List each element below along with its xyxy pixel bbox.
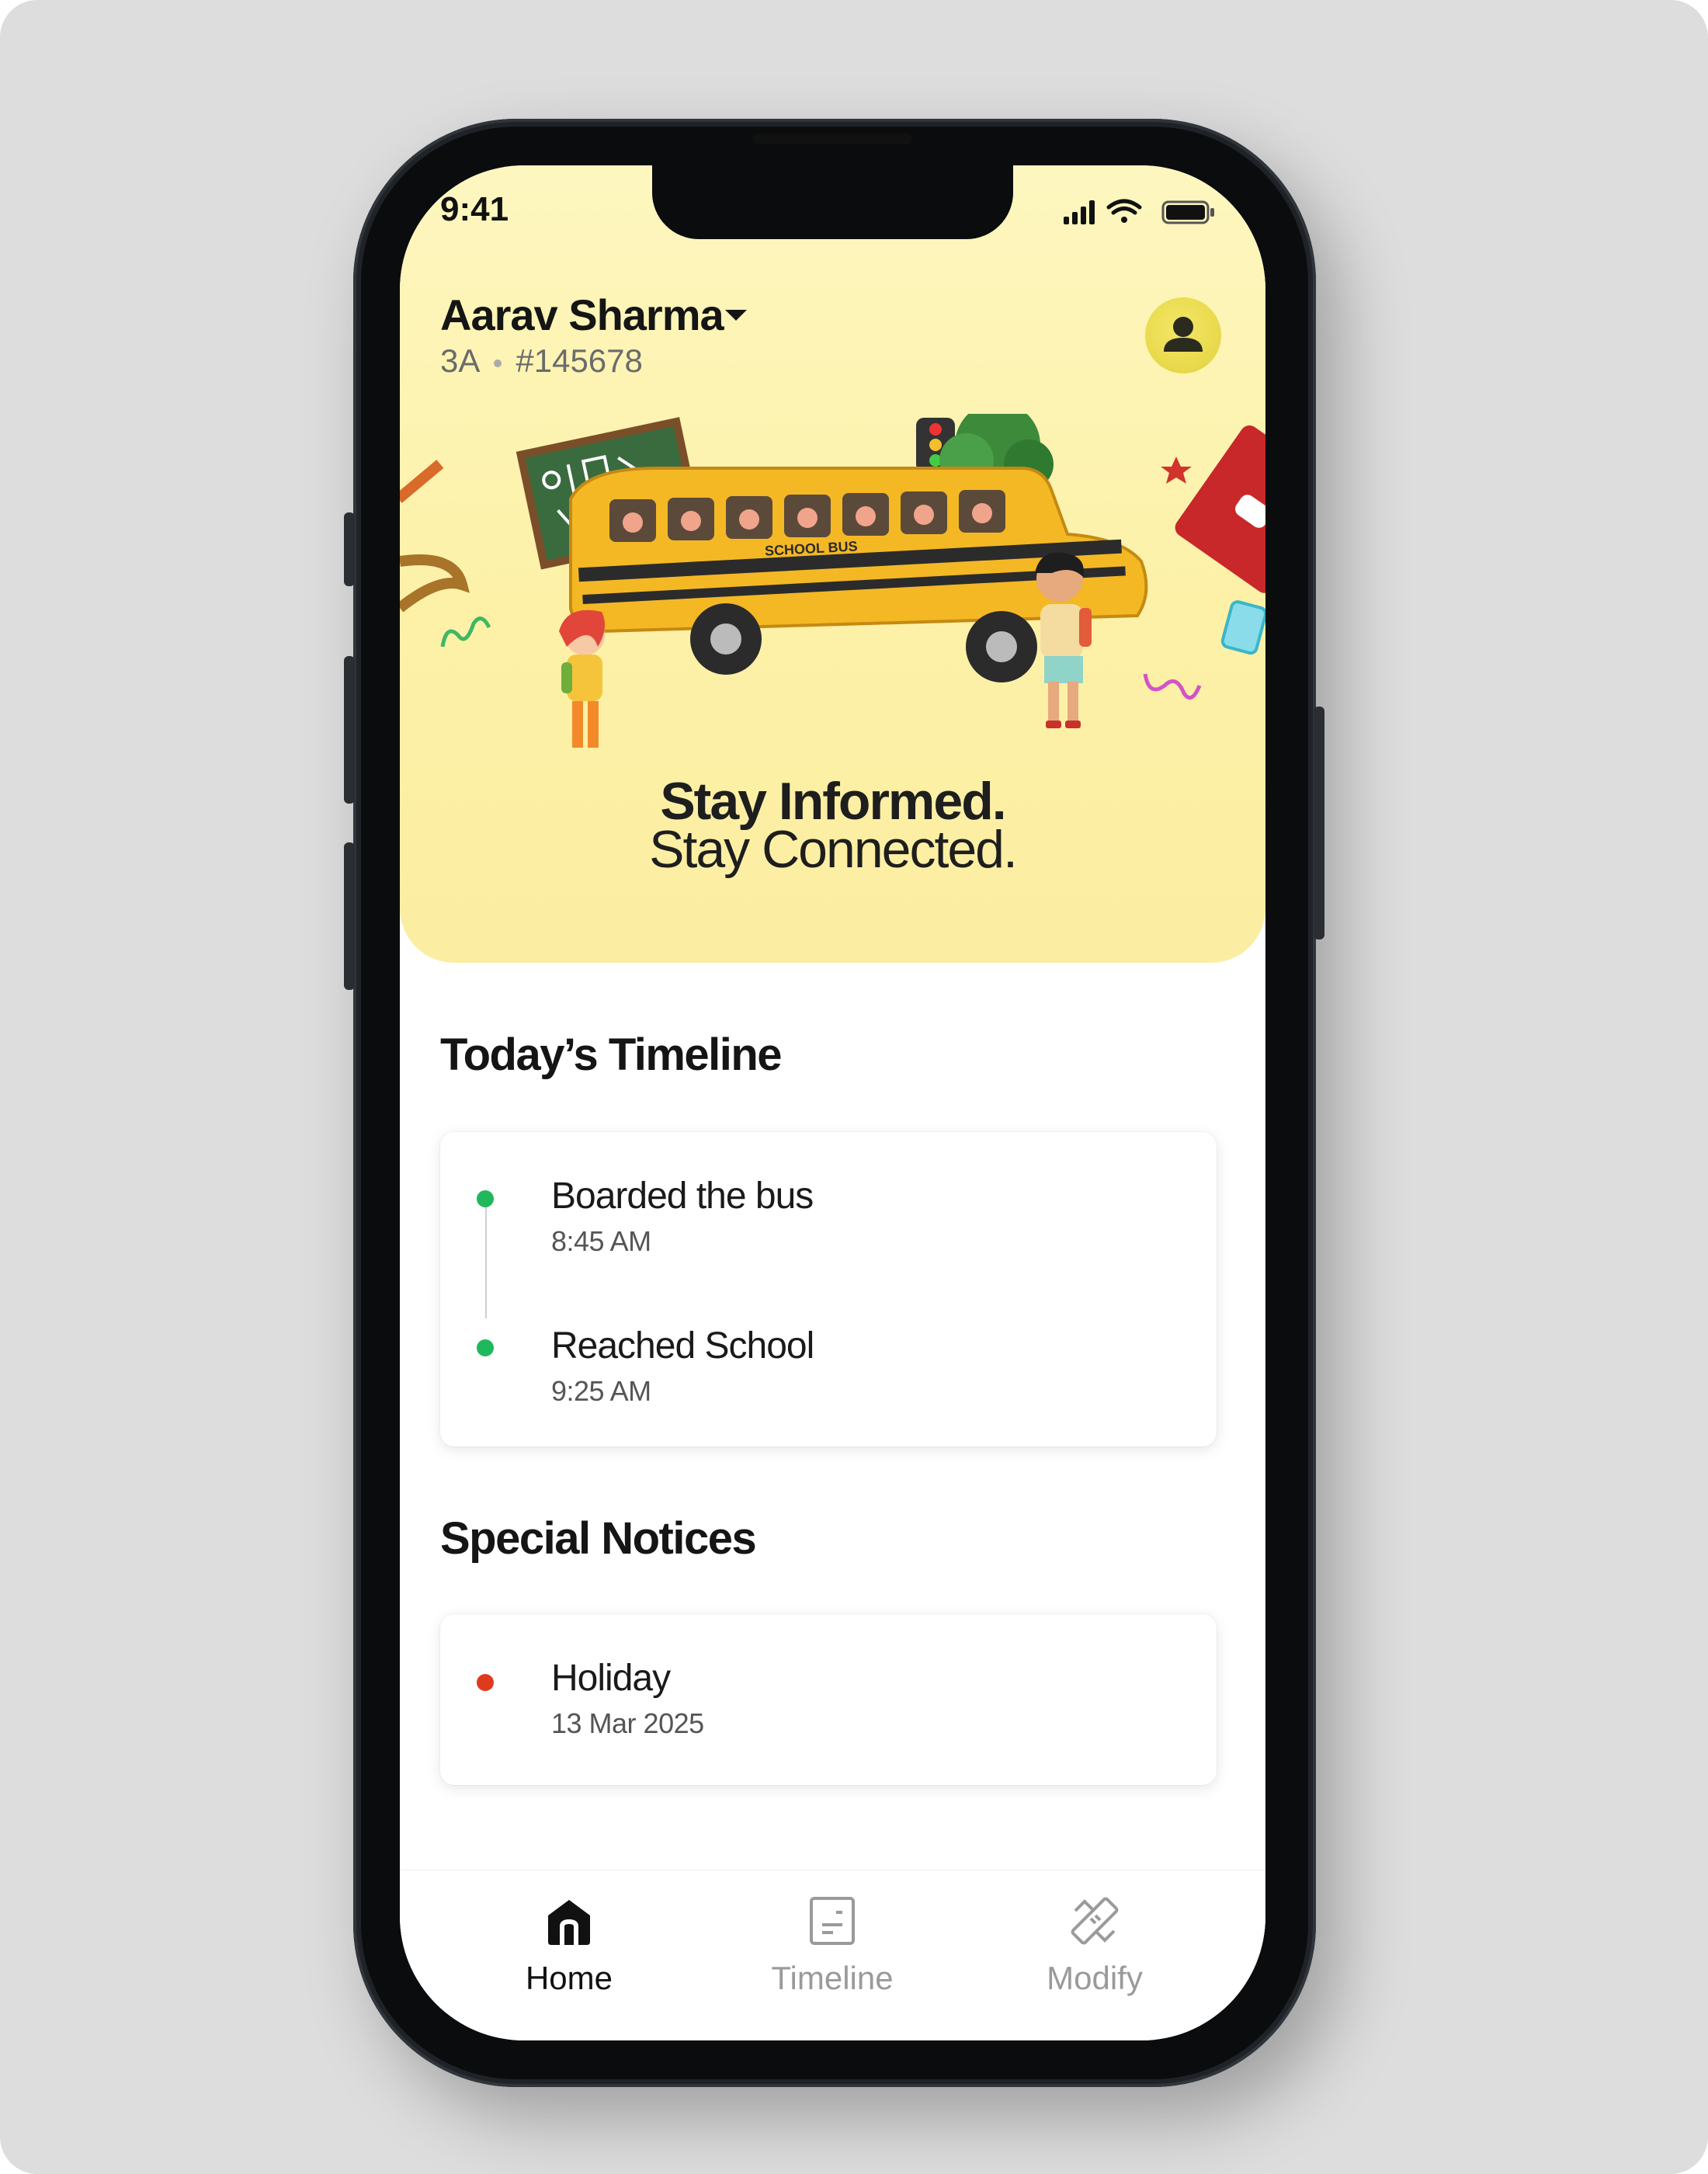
dynamic-notch [652,165,1013,239]
wifi-icon [1106,199,1142,223]
tab-modify-label: Modify [1047,1960,1143,1996]
profile-avatar-button[interactable] [1145,297,1221,373]
timeline-icon [810,1897,855,1945]
modify-icon [1071,1897,1119,1945]
status-icons [1064,199,1214,224]
signal-icon [1064,200,1095,224]
star-icon [1161,457,1192,484]
hero-banner: 9:41 Aarav Sharma 3A #145678 SCHOOL BUS … [400,165,1265,963]
notice-status-dot [477,1674,494,1691]
tab-timeline-label: Timeline [771,1960,894,1996]
timeline-item-time: 8:45 AM [551,1225,651,1257]
child-name[interactable]: Aarav Sharma [440,290,724,340]
tagline-line2: Stay Connected. [649,820,1018,879]
volume-up-button [344,656,355,804]
app-screen: 9:41 Aarav Sharma 3A #145678 SCHOOL BUS … [400,165,1265,2040]
bottom-tab-bar: Home Timeline Modify [400,1870,1265,2040]
timeline-connector [485,1198,487,1318]
home-icon [548,1900,590,1945]
timeline-item-title: Boarded the bus [551,1176,814,1217]
timeline-card: Boarded the bus 8:45 AM Reached School 9… [440,1132,1217,1446]
sharpener-icon [1220,600,1265,655]
tab-home[interactable]: Home [453,1870,686,2040]
protractor-icon [400,554,470,613]
mockup-background: 9:41 Aarav Sharma 3A #145678 SCHOOL BUS … [0,0,1708,2174]
timeline-section-title: Today’s Timeline [440,1030,783,1080]
user-icon [1164,317,1203,352]
girl-character-icon [559,609,605,748]
timeline-status-dot [477,1190,494,1207]
notice-title: Holiday [551,1658,671,1699]
notebook-icon [1175,425,1265,593]
squiggle-green-icon [440,616,491,648]
child-meta: 3A #145678 [440,342,643,380]
chevron-down-icon[interactable] [722,304,750,327]
action-button [344,512,355,586]
student-id: #145678 [516,342,643,379]
tab-home-label: Home [525,1960,613,1996]
squiggle-pink-icon [1143,673,1202,700]
notice-date: 13 Mar 2025 [551,1707,704,1739]
timeline-item-title: Reached School [551,1325,814,1367]
timeline-item-time: 9:25 AM [551,1375,651,1407]
separator-dot [494,359,502,367]
tab-modify[interactable]: Modify [978,1870,1211,2040]
power-button [1314,707,1324,939]
speaker-grille [753,134,912,144]
ruler-icon [400,460,444,503]
battery-icon [1161,200,1214,224]
notices-section-title: Special Notices [440,1513,757,1564]
tab-timeline[interactable]: Timeline [716,1870,949,2040]
timeline-status-dot [477,1339,494,1356]
status-time: 9:41 [440,190,509,228]
volume-down-button [344,842,355,990]
class-label: 3A [440,342,481,379]
notice-card[interactable]: Holiday 13 Mar 2025 [440,1614,1217,1785]
